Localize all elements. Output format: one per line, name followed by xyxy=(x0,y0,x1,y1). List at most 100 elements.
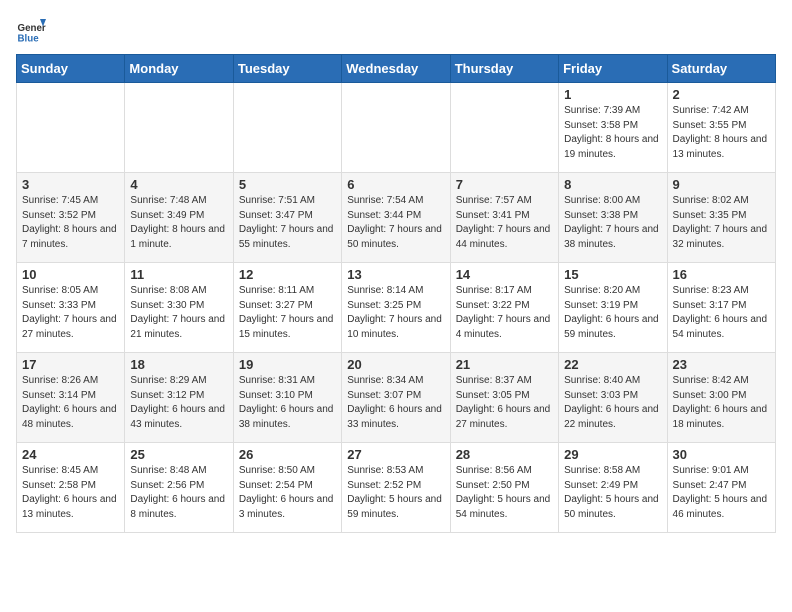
calendar-table: SundayMondayTuesdayWednesdayThursdayFrid… xyxy=(16,54,776,533)
day-number: 18 xyxy=(130,357,227,372)
day-info: Sunrise: 8:45 AM Sunset: 2:58 PM Dayligh… xyxy=(22,464,119,522)
day-info: Sunrise: 8:23 AM Sunset: 3:17 PM Dayligh… xyxy=(673,284,770,342)
day-number: 20 xyxy=(347,357,444,372)
day-number: 16 xyxy=(673,267,770,282)
calendar-cell: 24 Sunrise: 8:45 AM Sunset: 2:58 PM Dayli… xyxy=(17,443,125,533)
day-info: Sunrise: 7:48 AM Sunset: 3:49 PM Dayligh… xyxy=(130,194,227,252)
day-number: 21 xyxy=(456,357,553,372)
calendar-cell: 9Sunrise: 8:02 AM Sunset: 3:35 PM Daylig… xyxy=(667,173,775,263)
day-number: 4 xyxy=(130,177,227,192)
day-info: Sunrise: 8:00 AM Sunset: 3:38 PM Dayligh… xyxy=(564,194,661,252)
day-info: Sunrise: 8:14 AM Sunset: 3:25 PM Dayligh… xyxy=(347,284,444,342)
calendar-week-4: 17 Sunrise: 8:26 AM Sunset: 3:14 PM Dayli… xyxy=(17,353,776,443)
day-number: 23 xyxy=(673,357,770,372)
calendar-cell: 20Sunrise: 8:34 AM Sunset: 3:07 PM Dayli… xyxy=(342,353,450,443)
day-number: 13 xyxy=(347,267,444,282)
calendar-week-2: 3 Sunrise: 7:45 AM Sunset: 3:52 PM Daylig… xyxy=(17,173,776,263)
day-info: Sunrise: 8:42 AM Sunset: 3:00 PM Dayligh… xyxy=(673,374,770,432)
calendar-cell xyxy=(233,83,341,173)
day-number: 15 xyxy=(564,267,661,282)
day-number: 25 xyxy=(130,447,227,462)
logo-icon: General Blue xyxy=(16,16,46,46)
day-number: 1 xyxy=(564,87,661,102)
day-number: 19 xyxy=(239,357,336,372)
day-number: 24 xyxy=(22,447,119,462)
day-info: Sunrise: 8:37 AM Sunset: 3:05 PM Dayligh… xyxy=(456,374,553,432)
day-info: Sunrise: 8:58 AM Sunset: 2:49 PM Dayligh… xyxy=(564,464,661,522)
day-info: Sunrise: 7:57 AM Sunset: 3:41 PM Dayligh… xyxy=(456,194,553,252)
day-number: 29 xyxy=(564,447,661,462)
calendar-cell: 30 Sunrise: 9:01 AM Sunset: 2:47 PM Dayli… xyxy=(667,443,775,533)
calendar-cell: 15 Sunrise: 8:20 AM Sunset: 3:19 PM Dayli… xyxy=(559,263,667,353)
calendar-cell xyxy=(125,83,233,173)
calendar-week-5: 24 Sunrise: 8:45 AM Sunset: 2:58 PM Dayli… xyxy=(17,443,776,533)
calendar-cell: 19 Sunrise: 8:31 AM Sunset: 3:10 PM Dayli… xyxy=(233,353,341,443)
calendar-cell: 25 Sunrise: 8:48 AM Sunset: 2:56 PM Dayli… xyxy=(125,443,233,533)
day-number: 27 xyxy=(347,447,444,462)
calendar-cell: 21 Sunrise: 8:37 AM Sunset: 3:05 PM Dayli… xyxy=(450,353,558,443)
day-number: 7 xyxy=(456,177,553,192)
svg-text:General: General xyxy=(18,23,47,34)
calendar-cell xyxy=(17,83,125,173)
day-number: 28 xyxy=(456,447,553,462)
day-info: Sunrise: 7:51 AM Sunset: 3:47 PM Dayligh… xyxy=(239,194,336,252)
day-number: 26 xyxy=(239,447,336,462)
calendar-cell: 10 Sunrise: 8:05 AM Sunset: 3:33 PM Dayli… xyxy=(17,263,125,353)
calendar-header-row: SundayMondayTuesdayWednesdayThursdayFrid… xyxy=(17,55,776,83)
day-number: 22 xyxy=(564,357,661,372)
day-info: Sunrise: 8:17 AM Sunset: 3:22 PM Dayligh… xyxy=(456,284,553,342)
calendar-cell: 26 Sunrise: 8:50 AM Sunset: 2:54 PM Dayli… xyxy=(233,443,341,533)
calendar-week-1: 1 Sunrise: 7:39 AM Sunset: 3:58 PM Daylig… xyxy=(17,83,776,173)
day-number: 11 xyxy=(130,267,227,282)
calendar-cell: 18 Sunrise: 8:29 AM Sunset: 3:12 PM Dayli… xyxy=(125,353,233,443)
calendar-cell: 28 Sunrise: 8:56 AM Sunset: 2:50 PM Dayli… xyxy=(450,443,558,533)
day-number: 6 xyxy=(347,177,444,192)
calendar-cell xyxy=(450,83,558,173)
day-number: 3 xyxy=(22,177,119,192)
calendar-cell: 29 Sunrise: 8:58 AM Sunset: 2:49 PM Dayli… xyxy=(559,443,667,533)
day-info: Sunrise: 7:54 AM Sunset: 3:44 PM Dayligh… xyxy=(347,194,444,252)
day-info: Sunrise: 8:26 AM Sunset: 3:14 PM Dayligh… xyxy=(22,374,119,432)
calendar-cell: 7 Sunrise: 7:57 AM Sunset: 3:41 PM Daylig… xyxy=(450,173,558,263)
day-info: Sunrise: 7:39 AM Sunset: 3:58 PM Dayligh… xyxy=(564,104,661,162)
day-number: 14 xyxy=(456,267,553,282)
svg-text:Blue: Blue xyxy=(18,34,40,45)
day-number: 10 xyxy=(22,267,119,282)
day-header-thursday: Thursday xyxy=(450,55,558,83)
day-info: Sunrise: 7:42 AM Sunset: 3:55 PM Dayligh… xyxy=(673,104,770,162)
day-info: Sunrise: 9:01 AM Sunset: 2:47 PM Dayligh… xyxy=(673,464,770,522)
day-number: 8 xyxy=(564,177,661,192)
day-info: Sunrise: 8:05 AM Sunset: 3:33 PM Dayligh… xyxy=(22,284,119,342)
day-number: 9 xyxy=(673,177,770,192)
calendar-cell: 13 Sunrise: 8:14 AM Sunset: 3:25 PM Dayli… xyxy=(342,263,450,353)
calendar-cell xyxy=(342,83,450,173)
calendar-cell: 23 Sunrise: 8:42 AM Sunset: 3:00 PM Dayli… xyxy=(667,353,775,443)
calendar-cell: 22 Sunrise: 8:40 AM Sunset: 3:03 PM Dayli… xyxy=(559,353,667,443)
day-info: Sunrise: 8:48 AM Sunset: 2:56 PM Dayligh… xyxy=(130,464,227,522)
day-info: Sunrise: 8:20 AM Sunset: 3:19 PM Dayligh… xyxy=(564,284,661,342)
calendar-cell: 5Sunrise: 7:51 AM Sunset: 3:47 PM Daylig… xyxy=(233,173,341,263)
day-info: Sunrise: 8:08 AM Sunset: 3:30 PM Dayligh… xyxy=(130,284,227,342)
day-info: Sunrise: 8:31 AM Sunset: 3:10 PM Dayligh… xyxy=(239,374,336,432)
day-info: Sunrise: 8:29 AM Sunset: 3:12 PM Dayligh… xyxy=(130,374,227,432)
day-number: 2 xyxy=(673,87,770,102)
day-info: Sunrise: 8:40 AM Sunset: 3:03 PM Dayligh… xyxy=(564,374,661,432)
day-info: Sunrise: 8:53 AM Sunset: 2:52 PM Dayligh… xyxy=(347,464,444,522)
calendar-cell: 2 Sunrise: 7:42 AM Sunset: 3:55 PM Daylig… xyxy=(667,83,775,173)
day-header-sunday: Sunday xyxy=(17,55,125,83)
calendar-cell: 16 Sunrise: 8:23 AM Sunset: 3:17 PM Dayli… xyxy=(667,263,775,353)
calendar-cell: 3 Sunrise: 7:45 AM Sunset: 3:52 PM Daylig… xyxy=(17,173,125,263)
page-header: General Blue xyxy=(16,16,776,46)
day-header-wednesday: Wednesday xyxy=(342,55,450,83)
day-number: 30 xyxy=(673,447,770,462)
day-header-saturday: Saturday xyxy=(667,55,775,83)
day-info: Sunrise: 8:56 AM Sunset: 2:50 PM Dayligh… xyxy=(456,464,553,522)
calendar-week-3: 10 Sunrise: 8:05 AM Sunset: 3:33 PM Dayli… xyxy=(17,263,776,353)
calendar-cell: 11 Sunrise: 8:08 AM Sunset: 3:30 PM Dayli… xyxy=(125,263,233,353)
day-header-monday: Monday xyxy=(125,55,233,83)
day-header-tuesday: Tuesday xyxy=(233,55,341,83)
day-info: Sunrise: 8:50 AM Sunset: 2:54 PM Dayligh… xyxy=(239,464,336,522)
day-number: 12 xyxy=(239,267,336,282)
day-number: 17 xyxy=(22,357,119,372)
day-info: Sunrise: 7:45 AM Sunset: 3:52 PM Dayligh… xyxy=(22,194,119,252)
